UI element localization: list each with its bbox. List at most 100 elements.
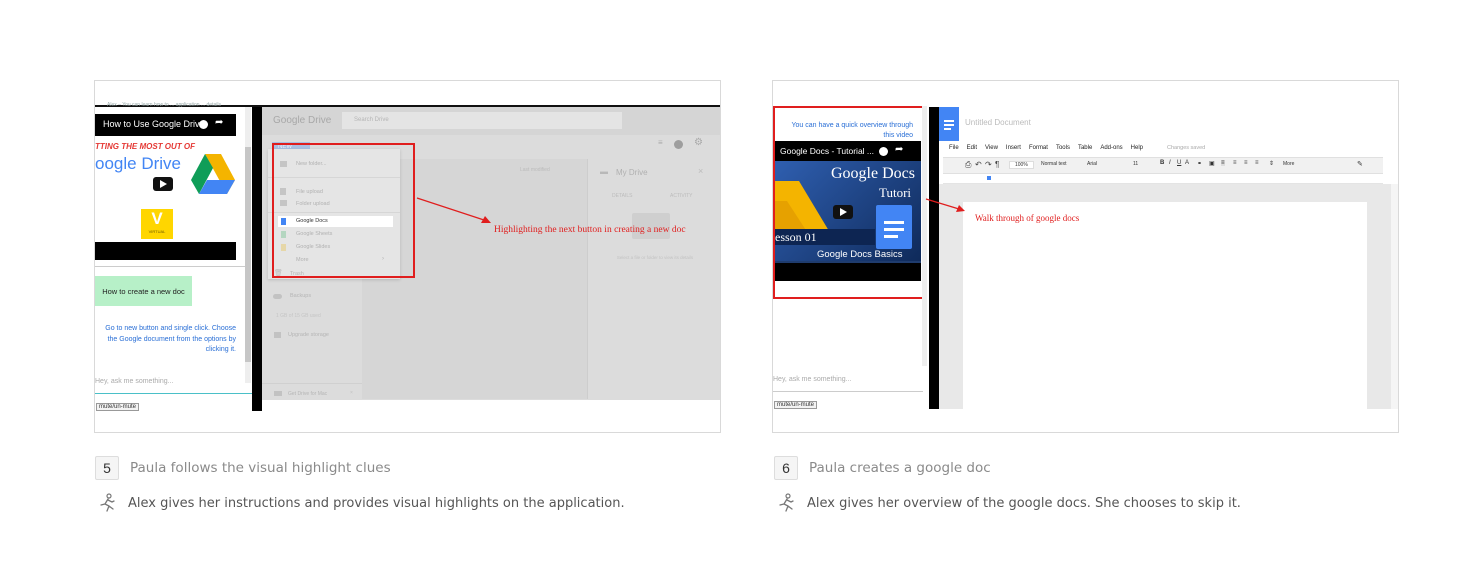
size-select[interactable]: 11	[1133, 161, 1138, 167]
indent-marker-icon[interactable]	[987, 176, 991, 180]
close-icon[interactable]: ×	[698, 166, 703, 176]
sidebar-item-backups[interactable]: Backups	[290, 293, 311, 299]
thumb-basics: Google Docs Basics	[817, 249, 903, 260]
video-brand: oogle Drive	[95, 154, 181, 173]
close-banner-icon[interactable]: ×	[350, 390, 353, 396]
more-button[interactable]: More	[1283, 161, 1294, 167]
drive-logo: Google Drive	[273, 115, 332, 126]
chat-input[interactable]: Hey, ask me something...	[773, 376, 851, 383]
video-banner: TTING THE MOST OUT OF	[95, 142, 195, 151]
play-icon[interactable]	[153, 177, 173, 191]
virtual-logo-icon: V VIRTUAL	[141, 209, 173, 239]
step-description-6: Alex gives her overview of the google do…	[776, 493, 1241, 513]
cloud-icon	[273, 294, 282, 299]
video-card[interactable]: How to Use Google Driv... ➦ TTING THE MO…	[95, 114, 236, 260]
pencil-icon[interactable]: ✎	[1357, 160, 1363, 168]
redo-icon[interactable]: ↷	[985, 160, 992, 169]
menu-help[interactable]: Help	[1131, 145, 1143, 151]
storage-usage: 1 GB of 15 GB used	[276, 313, 321, 319]
clock-icon	[199, 120, 208, 129]
mute-button[interactable]: mute/un-mute	[774, 401, 818, 409]
gear-icon[interactable]: ⚙	[694, 137, 703, 148]
align-center-icon[interactable]: ≡	[1233, 160, 1237, 166]
link-icon[interactable]: ⚭	[1197, 160, 1202, 167]
thumb-brand: Google Docs	[831, 165, 915, 182]
chat-input[interactable]: Hey, ask me something...	[95, 378, 173, 385]
annotation-arrow-icon	[416, 197, 491, 223]
black-separator	[252, 107, 262, 411]
menu-insert[interactable]: Insert	[1006, 145, 1021, 151]
details-hint: Select a file or folder to view its deta…	[616, 255, 694, 260]
paint-format-icon[interactable]: ¶	[995, 160, 999, 169]
step-description-text: Alex gives her overview of the google do…	[807, 495, 1241, 511]
toolbar: ⎙ ↶ ↷ ¶ 100% Normal text Arial 11 B I U …	[943, 157, 1383, 174]
video-card[interactable]: Google Docs - Tutorial ... ➦ Google Docs…	[775, 141, 921, 281]
menu-view[interactable]: View	[985, 145, 998, 151]
drive-search-input[interactable]: Search Drive	[354, 117, 389, 123]
cut-off-text: Alex – You can learn how to ... applicat…	[107, 102, 221, 108]
docs-logo-icon	[876, 205, 912, 249]
sidebar-item-get-drive[interactable]: Get Drive for Mac	[288, 391, 327, 397]
assistant-sidebar: Alex – You can learn how to ... applicat…	[95, 102, 252, 432]
scrollbar-track[interactable]	[922, 106, 927, 366]
step-number: 6	[774, 456, 798, 480]
text-color-icon[interactable]: A	[1185, 160, 1189, 166]
step-number: 5	[95, 456, 119, 480]
scrollbar-thumb[interactable]	[245, 147, 251, 362]
align-left-icon[interactable]: ≡	[1221, 160, 1225, 166]
underline-icon[interactable]: U	[1177, 160, 1181, 166]
bold-icon[interactable]: B	[1160, 160, 1164, 166]
video-title: Google Docs - Tutorial ...	[780, 146, 875, 156]
doc-scrollbar[interactable]	[1391, 184, 1398, 409]
docs-logo-icon	[939, 107, 959, 141]
storage-icon	[274, 332, 281, 338]
menu-addons[interactable]: Add-ons	[1100, 145, 1122, 151]
print-icon[interactable]: ⎙	[965, 160, 971, 170]
menu-tools[interactable]: Tools	[1056, 145, 1070, 151]
details-divider	[587, 159, 588, 399]
menu-table[interactable]: Table	[1078, 145, 1092, 151]
my-drive-title: My Drive	[616, 168, 648, 177]
input-underline	[773, 391, 923, 392]
highlight-box	[272, 143, 415, 278]
docs-app: Untitled Document File Edit View Insert …	[939, 107, 1398, 409]
running-person-icon	[779, 493, 794, 512]
thumb-sub: Tutori	[879, 185, 912, 200]
italic-icon[interactable]: I	[1169, 160, 1171, 166]
undo-icon[interactable]: ↶	[975, 160, 982, 169]
video-control-bar	[95, 242, 236, 260]
line-spacing-icon[interactable]: ⇕	[1269, 160, 1274, 167]
align-right-icon[interactable]: ≡	[1244, 160, 1248, 166]
list-view-icon[interactable]: ≡	[658, 138, 663, 147]
screenshot-panel-right: You can have a quick overview through th…	[772, 80, 1399, 433]
mute-button[interactable]: mute/un-mute	[96, 403, 140, 411]
menu-file[interactable]: File	[949, 145, 959, 151]
step-title: Paula creates a google doc	[809, 460, 991, 476]
doc-page[interactable]	[963, 202, 1367, 409]
step-caption-5: 5 Paula follows the visual highlight clu…	[95, 456, 391, 480]
saved-status: Changes saved	[1167, 145, 1206, 151]
folder-icon: ▬	[600, 167, 608, 176]
zoom-select[interactable]: 100%	[1009, 161, 1034, 169]
share-icon[interactable]: ➦	[895, 144, 903, 155]
menu-edit[interactable]: Edit	[967, 145, 977, 151]
menu-format[interactable]: Format	[1029, 145, 1048, 151]
annotation-text: Walk through of google docs	[975, 213, 1080, 223]
chat-bubble: How to create a new doc	[95, 276, 192, 306]
doc-title[interactable]: Untitled Document	[965, 118, 1031, 127]
input-underline	[95, 393, 252, 394]
running-person-icon	[100, 493, 115, 512]
play-icon[interactable]	[833, 205, 853, 219]
comment-icon[interactable]: ▣	[1209, 160, 1215, 167]
style-select[interactable]: Normal text	[1041, 161, 1067, 167]
info-icon[interactable]	[674, 140, 683, 149]
ruler	[943, 175, 1383, 184]
justify-icon[interactable]: ≡	[1255, 160, 1259, 166]
section-divider	[95, 266, 247, 267]
font-select[interactable]: Arial	[1087, 161, 1097, 167]
sidebar-item-upgrade[interactable]: Upgrade storage	[288, 332, 329, 338]
tab-activity[interactable]: ACTIVITY	[670, 193, 693, 199]
share-icon[interactable]: ➦	[215, 117, 223, 128]
tab-details[interactable]: DETAILS	[612, 193, 632, 199]
last-modified-label: Last modified	[520, 167, 550, 173]
